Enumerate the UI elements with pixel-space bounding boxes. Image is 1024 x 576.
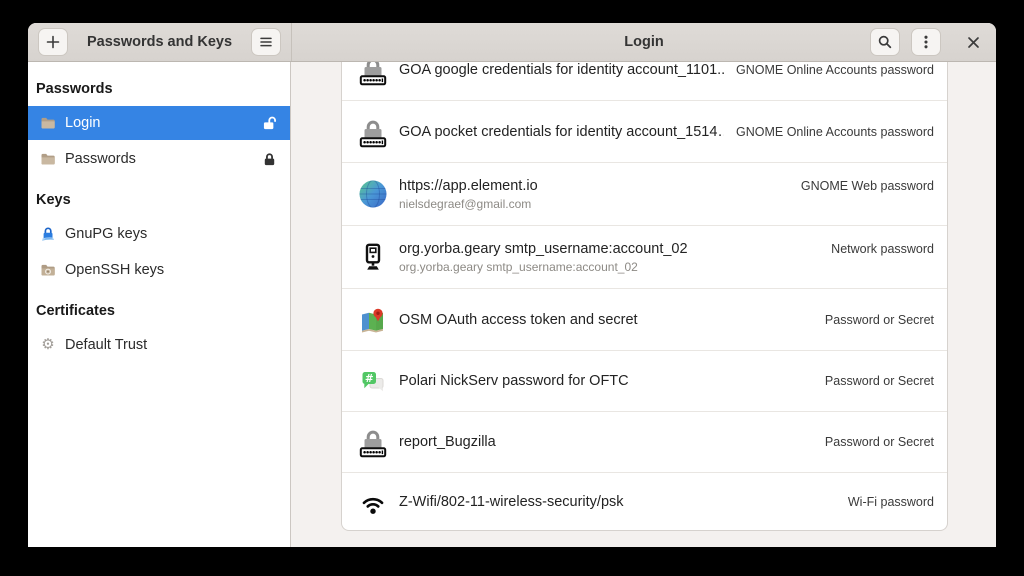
sidebar-item-openssh-keys[interactable]: OpenSSH keys (28, 253, 290, 287)
sidebar-item-label: Login (65, 115, 100, 131)
password-row-osm[interactable]: OSM OAuth access token and secret Passwo… (342, 288, 947, 350)
computer-icon (357, 241, 389, 273)
password-row-polari[interactable]: # Polari NickServ password for OFTC Pass… (342, 350, 947, 411)
password-row-wifi[interactable]: Z-Wifi/802-11-wireless-security/psk Wi-F… (342, 472, 947, 531)
sidebar-item-label: Passwords (65, 151, 136, 167)
passwords-and-keys-window: Passwords and Keys Login (28, 23, 996, 547)
web-globe-icon (357, 178, 389, 210)
plus-icon (46, 35, 60, 49)
sidebar-item-gnupg-keys[interactable]: GnuPG keys (28, 217, 290, 251)
password-row-goa-google[interactable]: GOA google credentials for identity acco… (342, 62, 947, 100)
sidebar-item-label: GnuPG keys (65, 226, 147, 242)
add-button[interactable] (38, 28, 68, 56)
kebab-menu-icon (918, 34, 934, 50)
row-title: GOA google credentials for identity acco… (399, 62, 724, 78)
main-pane: GOA google credentials for identity acco… (292, 62, 996, 547)
header-left-pane: Passwords and Keys (28, 23, 292, 61)
row-title: Polari NickServ password for OFTC (399, 373, 629, 389)
password-list: GOA google credentials for identity acco… (341, 62, 948, 531)
hamburger-icon (259, 35, 273, 49)
row-type-label: GNOME Online Accounts password (736, 63, 934, 77)
sidebar-item-label: OpenSSH keys (65, 262, 164, 278)
section-heading: Passwords (28, 78, 290, 106)
row-subtitle: org.yorba.geary smtp_username:account_02 (399, 260, 934, 274)
close-icon (967, 36, 980, 49)
header-bar: Passwords and Keys Login (28, 23, 996, 62)
row-type-label: GNOME Online Accounts password (736, 125, 934, 139)
row-title: Z-Wifi/802-11-wireless-security/psk (399, 494, 624, 510)
sidebar-item-login[interactable]: Login (28, 106, 290, 140)
row-type-label: Network password (831, 242, 934, 256)
row-type-label: Password or Secret (825, 435, 934, 449)
row-title: org.yorba.geary smtp_username:account_02 (399, 241, 688, 257)
keyring-lock-icon (357, 426, 389, 458)
password-row-geary[interactable]: org.yorba.geary smtp_username:account_02… (342, 225, 947, 288)
gear-icon: ⚙ (40, 337, 56, 353)
row-subtitle: nielsdegraef@gmail.com (399, 197, 934, 211)
section-heading: Keys (28, 189, 290, 217)
unlocked-icon (262, 116, 277, 131)
search-icon (877, 34, 893, 50)
row-type-label: Password or Secret (825, 313, 934, 327)
sidebar: Passwords Login (28, 62, 291, 547)
keyring-lock-icon (357, 62, 389, 86)
sidebar-item-label: Default Trust (65, 337, 147, 353)
password-row-element[interactable]: https://app.element.io GNOME Web passwor… (342, 162, 947, 225)
chat-hash-icon: # (357, 365, 389, 397)
row-type-label: Password or Secret (825, 374, 934, 388)
row-title: https://app.element.io (399, 178, 538, 194)
sidebar-item-passwords[interactable]: Passwords (28, 142, 290, 176)
keyring-lock-icon (357, 116, 389, 148)
menu-button[interactable] (911, 28, 941, 56)
sidebar-item-default-trust[interactable]: ⚙ Default Trust (28, 328, 290, 362)
search-button[interactable] (870, 28, 900, 56)
map-icon (357, 304, 389, 336)
header-right-pane: Login (292, 23, 996, 61)
row-type-label: Wi-Fi password (848, 495, 934, 509)
locked-icon (262, 152, 277, 167)
wifi-icon (357, 486, 389, 518)
close-button[interactable] (959, 28, 987, 56)
password-row-goa-pocket[interactable]: GOA pocket credentials for identity acco… (342, 100, 947, 162)
row-title: report_Bugzilla (399, 434, 496, 450)
sidebar-section-keys: Keys GnuPG keys (28, 189, 290, 287)
row-title: GOA pocket credentials for identity acco… (399, 124, 724, 140)
sidebar-section-passwords: Passwords Login (28, 78, 290, 176)
svg-text:#: # (365, 373, 374, 385)
row-type-label: GNOME Web password (801, 179, 934, 193)
password-row-bugzilla[interactable]: report_Bugzilla Password or Secret (342, 411, 947, 472)
main-menu-button[interactable] (251, 28, 281, 56)
gnupg-lock-icon (40, 226, 56, 242)
folder-icon (40, 151, 56, 167)
row-title: OSM OAuth access token and secret (399, 312, 638, 328)
section-heading: Certificates (28, 300, 290, 328)
folder-icon (40, 115, 56, 131)
openssh-folder-icon (40, 262, 56, 278)
sidebar-section-certificates: Certificates ⚙ Default Trust (28, 300, 290, 362)
